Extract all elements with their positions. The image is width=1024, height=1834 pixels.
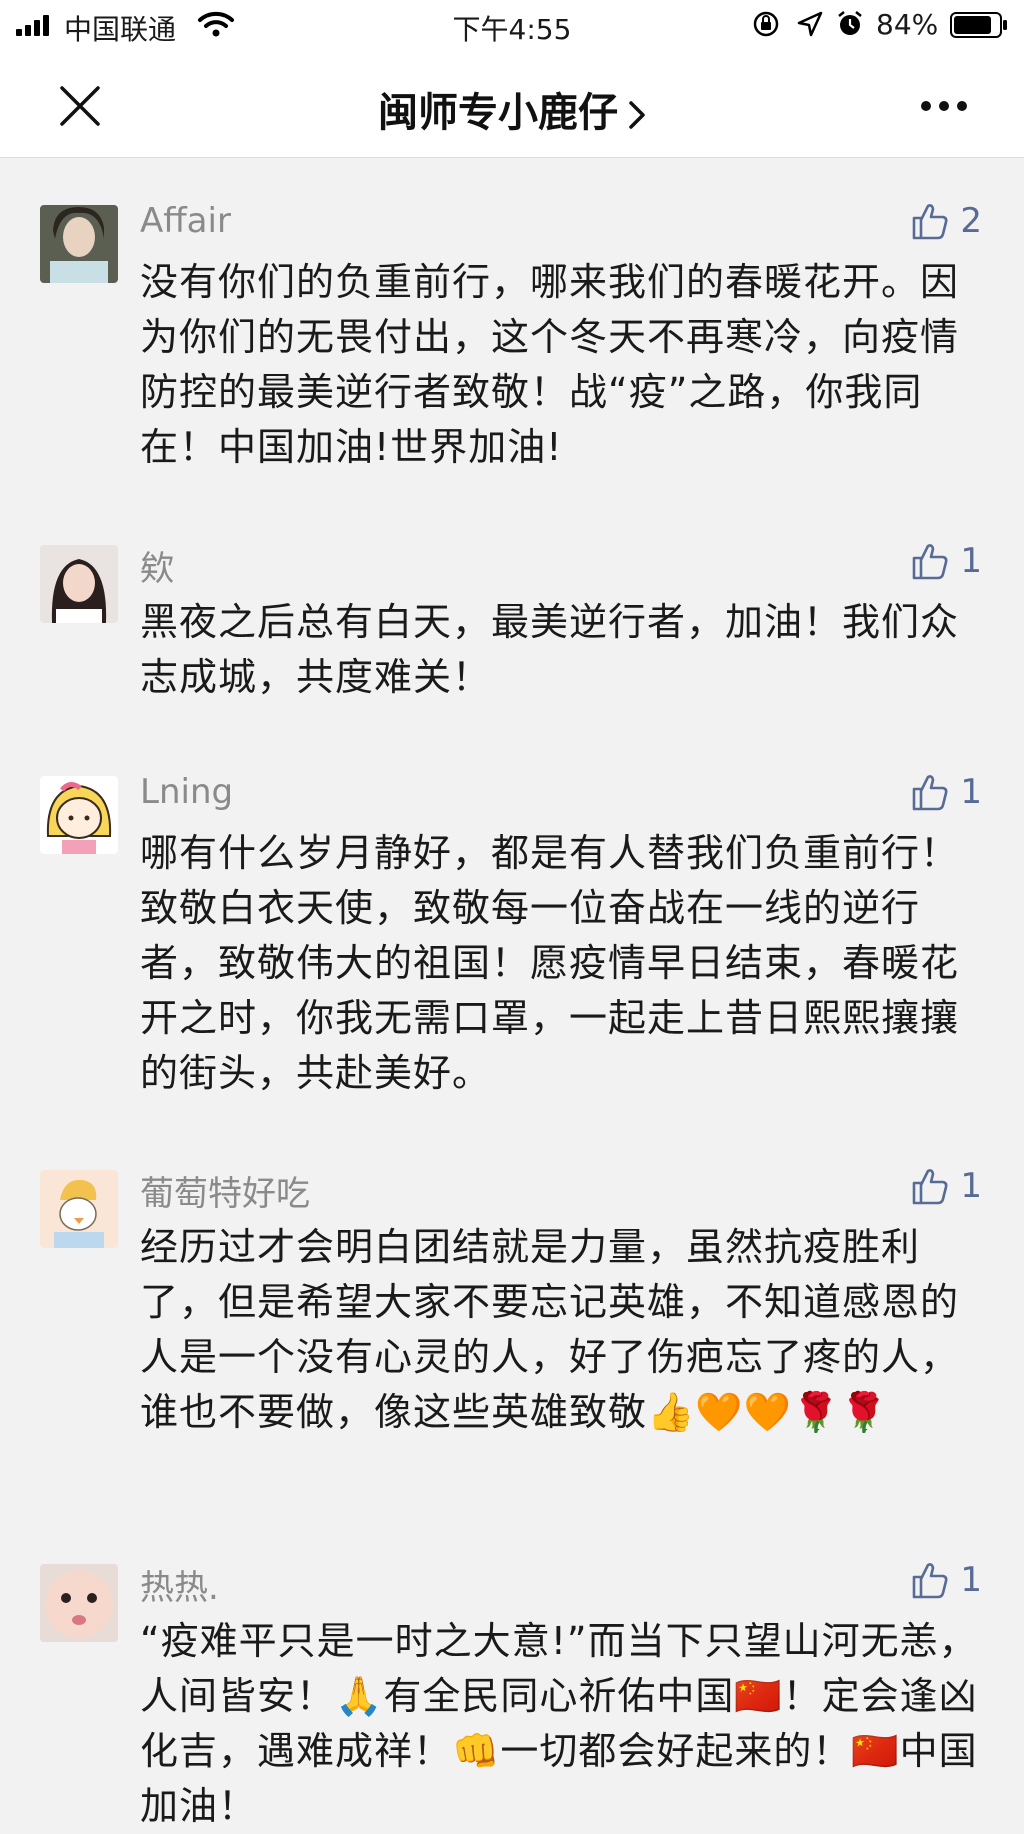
like-button[interactable]: 1 <box>910 1166 982 1206</box>
orientation-lock-icon <box>753 11 779 37</box>
like-button[interactable]: 1 <box>910 541 982 581</box>
comment-text: 哪有什么岁月静好，都是有人替我们负重前行！致敬白衣天使，致敬每一位奋战在一线的逆… <box>140 831 960 1095</box>
like-count: 2 <box>960 201 982 241</box>
thumbs-up-icon <box>913 544 948 580</box>
alarm-icon <box>838 11 862 35</box>
comment-author[interactable]: Lning <box>140 772 233 812</box>
like-button[interactable]: 1 <box>910 1560 982 1600</box>
like-count: 1 <box>960 1166 982 1206</box>
comment-text: “疫难平只是一时之大意!”而当下只望山河无恙，人间皆安！🙏有全民同心祈佑中国🇨🇳… <box>140 1619 978 1828</box>
comment-text: 经历过才会明白团结就是力量，虽然抗疫胜利了，但是希望大家不要忘记英雄，不知道感恩… <box>140 1225 960 1434</box>
like-count: 1 <box>960 541 982 581</box>
comment-author[interactable]: 热热. <box>140 1560 219 1609</box>
page-title[interactable]: 闽师专小鹿仔 <box>0 80 1024 138</box>
thumbs-up-icon <box>913 1563 948 1599</box>
avatar[interactable] <box>40 1170 118 1248</box>
page-title-text: 闽师专小鹿仔 <box>378 90 618 136</box>
comment-author[interactable]: Affair <box>140 201 231 241</box>
comment-author[interactable]: 欸 <box>140 541 174 590</box>
status-time: 下午4:55 <box>452 13 572 46</box>
avatar[interactable] <box>40 1564 118 1642</box>
thumbs-up-icon <box>913 775 948 811</box>
avatar[interactable] <box>40 776 118 854</box>
avatar[interactable] <box>40 545 118 623</box>
status-bar: 中国联通 下午4:55 84% <box>0 0 1024 54</box>
like-count: 1 <box>960 1560 982 1600</box>
thumbs-up-icon <box>913 204 948 240</box>
comment-text: 黑夜之后总有白天，最美逆行者，加油！我们众志成城，共度难关！ <box>140 600 960 699</box>
like-count: 1 <box>960 772 982 812</box>
battery-icon <box>950 12 1007 38</box>
chevron-right-icon <box>629 101 645 129</box>
location-arrow-icon <box>797 11 823 37</box>
battery-percent: 84% <box>876 8 939 41</box>
nav-bar: 闽师专小鹿仔 <box>0 54 1024 157</box>
top-bar: 中国联通 下午4:55 84% 闽师专小鹿仔 <box>0 0 1024 158</box>
like-button[interactable]: 1 <box>910 772 982 812</box>
comment-text: 没有你们的负重前行，哪来我们的春暖花开。因为你们的无畏付出，这个冬天不再寒冷，向… <box>140 260 960 469</box>
more-icon[interactable] <box>918 92 970 120</box>
comment-author[interactable]: 葡萄特好吃 <box>140 1166 310 1215</box>
avatar[interactable] <box>40 205 118 283</box>
like-button[interactable]: 2 <box>910 201 982 241</box>
thumbs-up-icon <box>913 1169 948 1205</box>
